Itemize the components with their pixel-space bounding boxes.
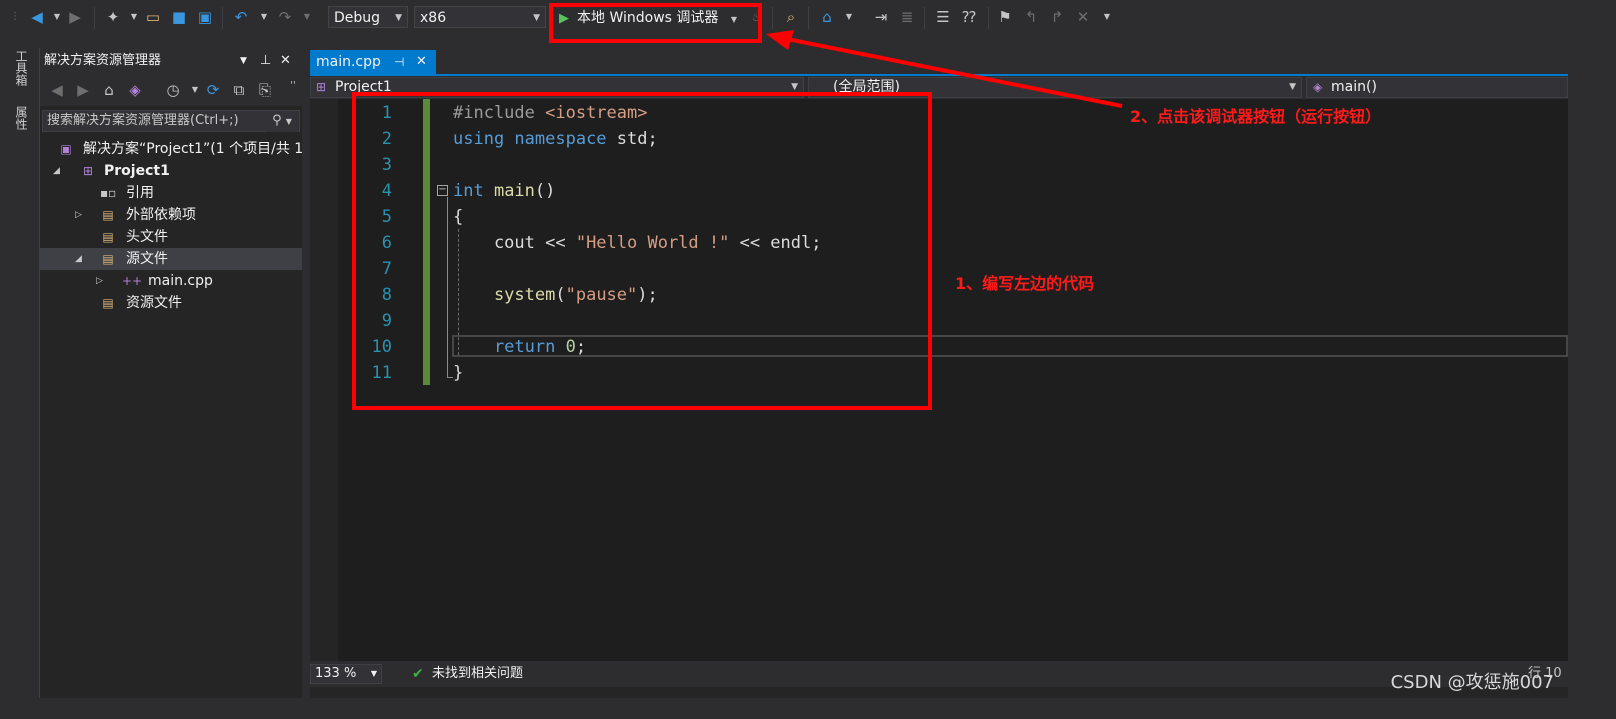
chevron-down-icon: ▼	[533, 13, 540, 23]
pin-icon[interactable]: ⊥	[260, 48, 271, 74]
redo-dropdown-icon[interactable]: ▼	[298, 8, 316, 26]
tree-item-main-cpp[interactable]: ▷ ++ main.cpp	[40, 270, 302, 292]
pending-dropdown-icon[interactable]: ▼	[186, 81, 204, 99]
chevron-down-icon: ▼	[1289, 82, 1296, 92]
tree-item-resource-files[interactable]: ▤ 资源文件	[40, 292, 302, 314]
pending-changes-icon[interactable]: ◷	[164, 81, 182, 99]
function-icon: ◈	[1313, 80, 1323, 94]
issues-status[interactable]: 未找到相关问题	[432, 661, 523, 687]
solution-search-input[interactable]: 搜索解决方案资源管理器(Ctrl+;) ⚲ ▼	[42, 110, 300, 132]
solution-explorer-title-bar: 解决方案资源管理器 ▼ ⊥ ✕	[40, 48, 302, 74]
annotation-step-1: 1、编写左边的代码	[955, 274, 1095, 293]
tree-item-references[interactable]: ▪▫ 引用	[40, 182, 302, 204]
open-folder-icon[interactable]: ▭	[144, 8, 162, 26]
arrow-shaft	[781, 36, 1123, 108]
back-icon[interactable]: ◀	[48, 81, 66, 99]
filter-folder-icon: ▤	[102, 296, 114, 310]
search-placeholder: 搜索解决方案资源管理器(Ctrl+;)	[47, 113, 239, 128]
back-icon[interactable]: ◀	[28, 8, 46, 26]
cpp-file-icon: ++	[122, 274, 143, 288]
grip-icon: ⋮	[10, 11, 20, 22]
undo-icon[interactable]: ↶	[232, 8, 250, 26]
arrow-head	[766, 30, 794, 50]
filter-folder-icon: ▤	[102, 230, 114, 244]
tree-item-label: 外部依赖项	[126, 207, 196, 223]
code-highlight-box	[352, 92, 932, 410]
properties-tab[interactable]: 属性	[8, 106, 28, 130]
tree-item-label: Project1	[104, 163, 170, 179]
show-all-files-icon[interactable]: ⎘	[256, 81, 274, 99]
solution-explorer: 解决方案资源管理器 ▼ ⊥ ✕ ◀ ▶ ⌂ ◈ ◷ ▼ ⟳ ⧉ ⎘ '' 搜索解…	[39, 48, 302, 698]
tab-label: main.cpp	[316, 54, 381, 70]
save-all-icon[interactable]: ▣	[196, 8, 214, 26]
search-icon[interactable]: ⚲ ▼	[265, 111, 299, 132]
project-icon: ⊞	[82, 164, 94, 178]
tree-item-label: 解决方案“Project1”(1 个项目/共 1	[83, 141, 302, 157]
check-circle-icon: ✔	[412, 666, 424, 682]
panel-title: 解决方案资源管理器	[44, 53, 162, 68]
run-button-highlight-box	[549, 3, 762, 43]
toolbar-separator	[222, 7, 223, 29]
more-icon[interactable]: ''	[284, 77, 302, 95]
chevron-down-icon: ▼	[395, 13, 402, 23]
tree-item-source-files[interactable]: ◢ ▤ 源文件	[40, 248, 302, 270]
side-tab-strip: 工具箱 属性	[0, 38, 38, 698]
expanded-icon[interactable]: ◢	[53, 160, 60, 182]
config-value: Debug	[334, 10, 381, 26]
editor-status-bar: 133 % ▼ ✔ 未找到相关问题 行 10	[310, 661, 1568, 687]
tree-item-header-files[interactable]: ▤ 头文件	[40, 226, 302, 248]
platform-dropdown[interactable]: x86 ▼	[414, 6, 546, 28]
toolbox-tab[interactable]: 工具箱	[8, 50, 28, 86]
collapsed-icon[interactable]: ▷	[96, 270, 103, 292]
panel-menu-icon[interactable]: ▼	[240, 48, 247, 74]
forward-icon[interactable]: ▶	[74, 81, 92, 99]
save-icon[interactable]: ■	[170, 8, 188, 26]
tree-item-label: 头文件	[126, 229, 168, 245]
solution-explorer-toolbar: ◀ ▶ ⌂ ◈ ◷ ▼ ⟳ ⧉ ⎘ ''	[40, 74, 302, 106]
config-dropdown[interactable]: Debug ▼	[328, 6, 408, 28]
tab-main-cpp[interactable]: main.cpp ⊣ ✕	[310, 50, 436, 74]
new-project-icon[interactable]: ✦	[104, 8, 122, 26]
zoom-dropdown[interactable]: 133 % ▼	[310, 664, 382, 684]
expanded-icon[interactable]: ◢	[75, 248, 82, 270]
folder-icon: ▤	[102, 208, 114, 222]
redo-icon[interactable]: ↷	[276, 8, 294, 26]
solution-icon: ▣	[60, 142, 72, 156]
tree-item-label: 引用	[126, 185, 154, 201]
sync-icon[interactable]: ⟳	[204, 81, 222, 99]
close-icon[interactable]: ✕	[280, 48, 291, 74]
pin-icon[interactable]: ⊣	[394, 50, 404, 74]
switch-views-icon[interactable]: ◈	[126, 81, 144, 99]
tree-item-project[interactable]: ◢ ⊞ Project1	[40, 160, 302, 182]
tree-item-solution[interactable]: ▣ 解决方案“Project1”(1 个项目/共 1	[40, 138, 302, 160]
forward-icon[interactable]: ▶	[66, 8, 84, 26]
platform-value: x86	[420, 10, 447, 26]
watermark: CSDN @攻惩施007	[1390, 672, 1554, 693]
annotation-arrow	[766, 30, 1123, 108]
tree-item-label: 资源文件	[126, 295, 182, 311]
new-dropdown-icon[interactable]: ▼	[125, 8, 143, 26]
chevron-down-icon: ▼	[285, 117, 292, 126]
collapse-all-icon[interactable]: ⧉	[230, 81, 248, 99]
close-icon[interactable]: ✕	[416, 50, 427, 74]
filter-folder-icon: ▤	[102, 252, 114, 266]
project-icon: ⊞	[316, 80, 327, 94]
indicator-margin	[310, 99, 338, 661]
references-icon: ▪▫	[100, 186, 117, 200]
chevron-down-icon: ▼	[370, 669, 377, 678]
tree-item-external-deps[interactable]: ▷ ▤ 外部依赖项	[40, 204, 302, 226]
toolbar-separator	[94, 7, 95, 29]
zoom-value: 133 %	[315, 666, 357, 681]
member-value: main()	[1331, 79, 1377, 95]
undo-dropdown-icon[interactable]: ▼	[255, 8, 273, 26]
bottom-panel-edge	[310, 687, 1568, 698]
annotation-step-2: 2、点击该调试器按钮（运行按钮）	[1130, 107, 1382, 126]
home-icon[interactable]: ⌂	[100, 81, 118, 99]
back-dropdown-icon[interactable]: ▼	[48, 8, 66, 26]
tree-item-label: main.cpp	[148, 273, 213, 289]
tree-item-label: 源文件	[126, 251, 168, 267]
member-dropdown[interactable]: ◈ main()	[1306, 77, 1568, 98]
collapsed-icon[interactable]: ▷	[75, 204, 82, 226]
